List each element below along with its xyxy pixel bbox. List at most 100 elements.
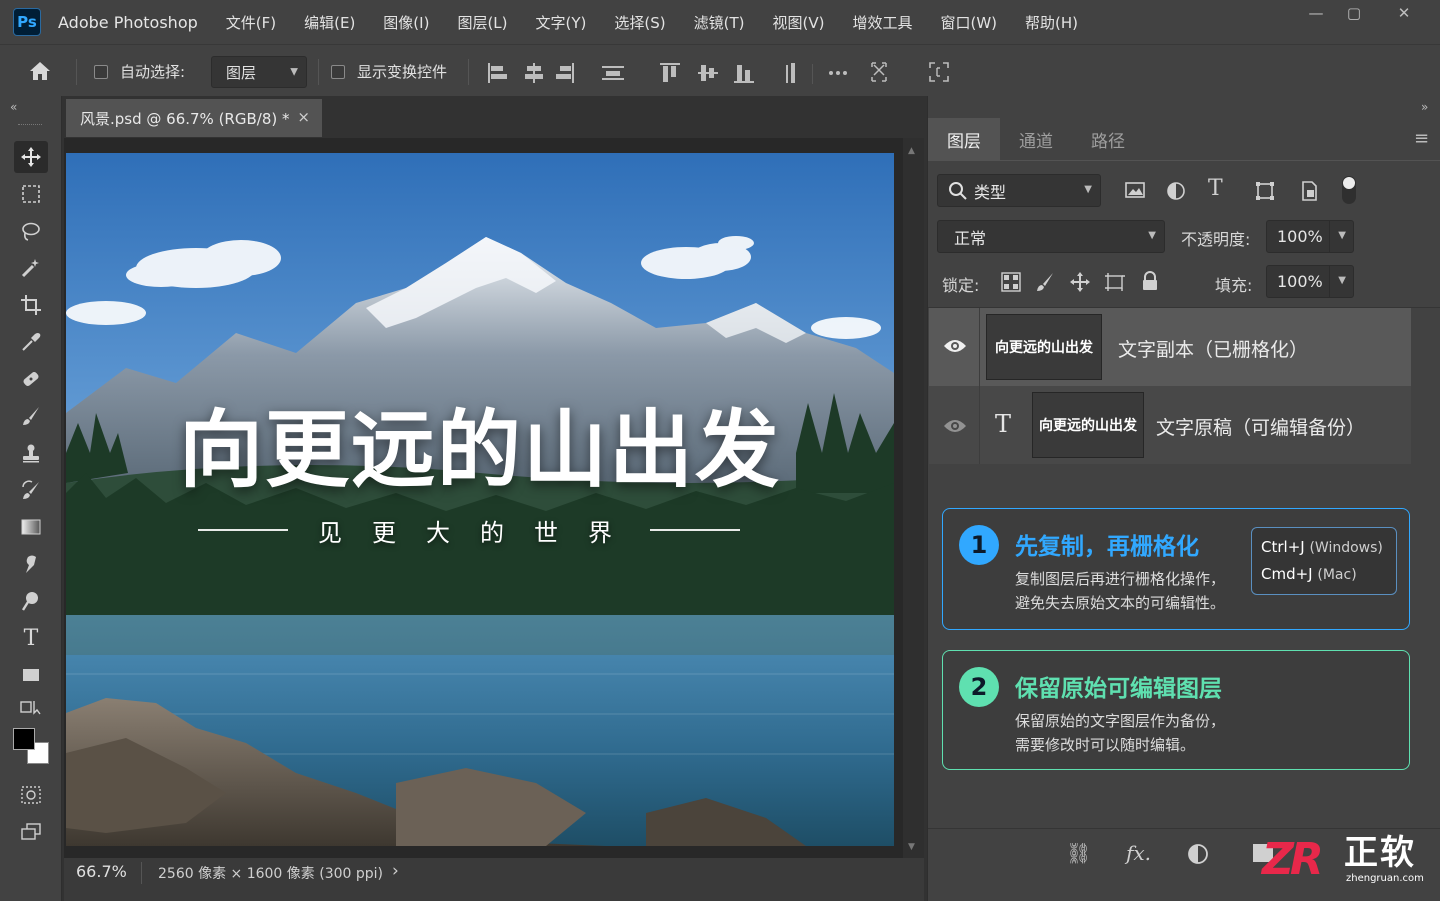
show-transform-checkbox[interactable] (331, 65, 345, 79)
shortcut-key: Ctrl+J (1261, 538, 1305, 556)
crop-tool-icon[interactable] (14, 289, 48, 321)
quick-select-tool-icon[interactable] (14, 252, 48, 284)
frame-icon[interactable] (928, 61, 950, 87)
scroll-down-icon[interactable]: ▼ (908, 842, 915, 852)
tip-card-1: 1 先复制，再栅格化 复制图层后再进行栅格化操作， 避免失去原始文本的可编辑性。… (942, 508, 1410, 630)
watermark-mark: ZR (1262, 834, 1324, 885)
info-arrow-icon[interactable]: › (392, 861, 399, 881)
close-tab-icon[interactable]: × (297, 108, 310, 126)
panel-menu-icon[interactable]: ≡ (1414, 128, 1429, 149)
brush-tool-icon[interactable] (14, 400, 48, 432)
dodge-tool-icon[interactable] (14, 585, 48, 617)
auto-select-checkbox[interactable] (94, 65, 108, 79)
foreground-color-swatch[interactable] (13, 728, 35, 750)
lasso-tool-icon[interactable] (14, 215, 48, 247)
opacity-input[interactable]: 100% ▼ (1266, 220, 1354, 253)
tab-channels[interactable]: 通道 (1000, 118, 1072, 160)
layer-row-divider (979, 308, 980, 386)
tab-layers[interactable]: 图层 (928, 118, 1000, 160)
blend-mode-dropdown[interactable]: 正常 ▼ (937, 220, 1165, 253)
maximize-button[interactable]: ▢ (1336, 4, 1372, 26)
menu-window[interactable]: 窗口(W) (940, 12, 997, 33)
tip-number-badge: 1 (959, 525, 999, 565)
vertical-scrollbar[interactable]: ▲ ▼ (903, 138, 924, 858)
collapse-panel-icon[interactable]: » (1421, 100, 1428, 114)
filter-type-icon[interactable]: T (1208, 176, 1223, 201)
fx-icon[interactable]: fx. (1126, 841, 1151, 865)
layer-row-raster[interactable]: 向更远的山出发 文字副本（已栅格化） (929, 308, 1411, 386)
collapse-tools-icon[interactable]: « (10, 100, 17, 114)
lock-all-icon[interactable] (1141, 271, 1159, 295)
menu-file[interactable]: 文件(F) (226, 12, 276, 33)
shape-tool-icon[interactable] (14, 659, 48, 691)
menu-help[interactable]: 帮助(H) (1025, 12, 1078, 33)
artwork-canvas[interactable]: 向更远的山出发 见更大的世界 (66, 153, 894, 846)
watermark-name: 正软 (1344, 833, 1416, 873)
footer-divider (928, 828, 1440, 829)
history-brush-tool-icon[interactable] (14, 474, 48, 506)
smudge-tool-icon[interactable] (14, 548, 48, 580)
healing-brush-tool-icon[interactable] (14, 363, 48, 395)
menu-filter[interactable]: 滤镜(T) (694, 12, 745, 33)
type-tool-icon[interactable]: T (14, 622, 48, 654)
document-tab[interactable]: 风景.psd @ 66.7% (RGB/8) * × (66, 99, 322, 137)
chevron-down-icon: ▼ (1338, 275, 1346, 286)
menu-edit[interactable]: 编辑(E) (304, 12, 355, 33)
menu-type[interactable]: 文字(Y) (536, 12, 587, 33)
lock-artboard-icon[interactable] (1104, 272, 1126, 296)
adjustment-layer-icon[interactable] (1187, 843, 1209, 869)
menu-select[interactable]: 选择(S) (614, 12, 665, 33)
filter-toggle[interactable] (1342, 176, 1356, 204)
lock-transparent-icon[interactable] (1001, 272, 1021, 296)
tab-divider (928, 160, 1440, 161)
layers-panel: » 图层 通道 路径 ≡ 类型 ▼ T 正常 ▼ 不透明度: 100% ▼ 锁定… (927, 96, 1440, 901)
eyedropper-tool-icon[interactable] (14, 326, 48, 358)
move-tool-icon[interactable] (14, 141, 48, 173)
menu-bar: Ps Adobe Photoshop 文件(F) 编辑(E) 图像(I) 图层(… (0, 0, 1440, 44)
shortcut-windows: Ctrl+J (Windows) (1261, 538, 1383, 556)
menu-plugins[interactable]: 增效工具 (852, 12, 912, 33)
scroll-up-icon[interactable]: ▲ (908, 146, 915, 156)
link-layers-icon[interactable]: ⛓ (1066, 841, 1091, 865)
tab-paths[interactable]: 路径 (1072, 118, 1144, 160)
home-icon[interactable] (26, 57, 54, 85)
clone-stamp-tool-icon[interactable] (14, 437, 48, 469)
menu-layer[interactable]: 图层(L) (457, 12, 507, 33)
watermark: ZR 正软 zhengruan.com (1262, 833, 1438, 889)
screen-mode-icon[interactable] (14, 816, 48, 848)
layer-filter-dropdown[interactable]: 类型 ▼ (937, 174, 1101, 207)
options-separator (318, 59, 319, 85)
tools-grip[interactable] (18, 124, 42, 126)
layer-thumbnail[interactable]: 向更远的山出发 (1032, 392, 1144, 458)
auto-select-dropdown[interactable]: 图层 ▼ (211, 56, 307, 88)
filter-shape-icon[interactable] (1254, 180, 1276, 206)
lock-pixels-icon[interactable] (1035, 272, 1055, 296)
filter-smart-object-icon[interactable] (1298, 180, 1320, 206)
zoom-level[interactable]: 66.7% (76, 862, 127, 881)
eye-icon[interactable] (943, 418, 967, 438)
filter-adjustment-icon[interactable] (1165, 180, 1187, 206)
minimize-button[interactable]: — (1298, 4, 1334, 26)
layer-name[interactable]: 文字副本（已栅格化） (1118, 335, 1308, 362)
text-layer-type-icon: T (995, 410, 1012, 438)
fill-input[interactable]: 100% ▼ (1266, 265, 1354, 298)
quick-mask-icon[interactable] (14, 779, 48, 811)
marquee-tool-icon[interactable] (14, 178, 48, 210)
close-window-button[interactable]: ✕ (1386, 4, 1422, 26)
layer-thumbnail[interactable]: 向更远的山出发 (986, 314, 1102, 380)
filter-pixel-icon[interactable] (1124, 180, 1146, 204)
eye-icon[interactable] (943, 338, 967, 358)
chevron-down-icon: ▼ (290, 66, 298, 78)
lock-position-icon[interactable] (1069, 271, 1091, 297)
layer-row-text[interactable]: T 向更远的山出发 文字原稿（可编辑备份） (929, 386, 1411, 464)
path-select-tool-icon[interactable] (14, 692, 48, 724)
shortcut-box: Ctrl+J (Windows) Cmd+J (Mac) (1251, 527, 1397, 595)
tip-desc-line2: 需要修改时可以随时编辑。 (1015, 736, 1196, 754)
layer-name[interactable]: 文字原稿（可编辑备份） (1156, 413, 1365, 440)
headline-text: 向更远的山出发 (178, 401, 781, 499)
gradient-tool-icon[interactable] (14, 511, 48, 543)
shortcut-os: (Windows) (1309, 540, 1383, 556)
menu-image[interactable]: 图像(I) (383, 12, 429, 33)
color-swatches[interactable] (13, 728, 51, 768)
menu-view[interactable]: 视图(V) (772, 12, 824, 33)
